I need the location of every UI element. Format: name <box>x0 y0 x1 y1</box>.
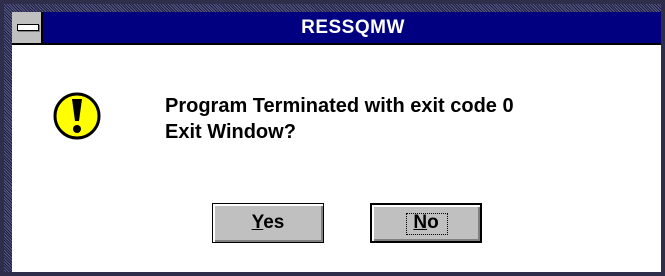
exclamation-icon <box>53 92 101 140</box>
system-menu-icon <box>17 24 39 31</box>
yes-button-label: Yes <box>252 212 285 234</box>
system-menu-button[interactable] <box>12 12 43 43</box>
message-line-1: Program Terminated with exit code 0 <box>165 95 514 117</box>
focus-rectangle <box>406 213 448 235</box>
message-text: Program Terminated with exit code 0 Exit… <box>165 93 514 145</box>
message-box-window: RESSQMW Program Terminated with exit cod… <box>0 0 665 276</box>
window-title: RESSQMW <box>301 17 405 38</box>
yes-mnemonic: Y <box>251 212 264 233</box>
yes-label-rest: es <box>263 212 285 233</box>
dialog-body: Program Terminated with exit code 0 Exit… <box>12 45 661 272</box>
no-button[interactable]: No <box>370 203 482 243</box>
yes-button[interactable]: Yes <box>212 203 324 243</box>
title-bar[interactable]: RESSQMW <box>12 12 661 45</box>
message-line-2: Exit Window? <box>165 121 296 143</box>
